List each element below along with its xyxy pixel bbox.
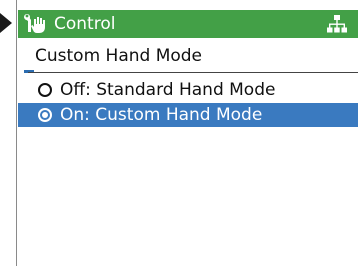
divider: [28, 72, 358, 73]
device-screen: Control Custom Hand Mode Off: Standard H…: [0, 0, 358, 266]
menu-title: Custom Hand Mode: [35, 46, 203, 66]
option-off-standard-hand-mode[interactable]: Off: Standard Hand Mode: [18, 78, 358, 102]
option-label: Off: Standard Hand Mode: [60, 80, 276, 100]
header-title: Control: [54, 14, 116, 34]
radio-selected-icon: [38, 108, 52, 122]
network-tree-icon: [326, 14, 348, 34]
radio-unselected-icon: [38, 83, 52, 97]
option-label: On: Custom Hand Mode: [60, 105, 263, 125]
tools-icon: [22, 13, 50, 35]
header-bar: Control: [18, 10, 358, 38]
focus-pointer-icon: [0, 13, 12, 33]
option-on-custom-hand-mode[interactable]: On: Custom Hand Mode: [18, 103, 358, 127]
screen-left-border: [16, 0, 17, 266]
